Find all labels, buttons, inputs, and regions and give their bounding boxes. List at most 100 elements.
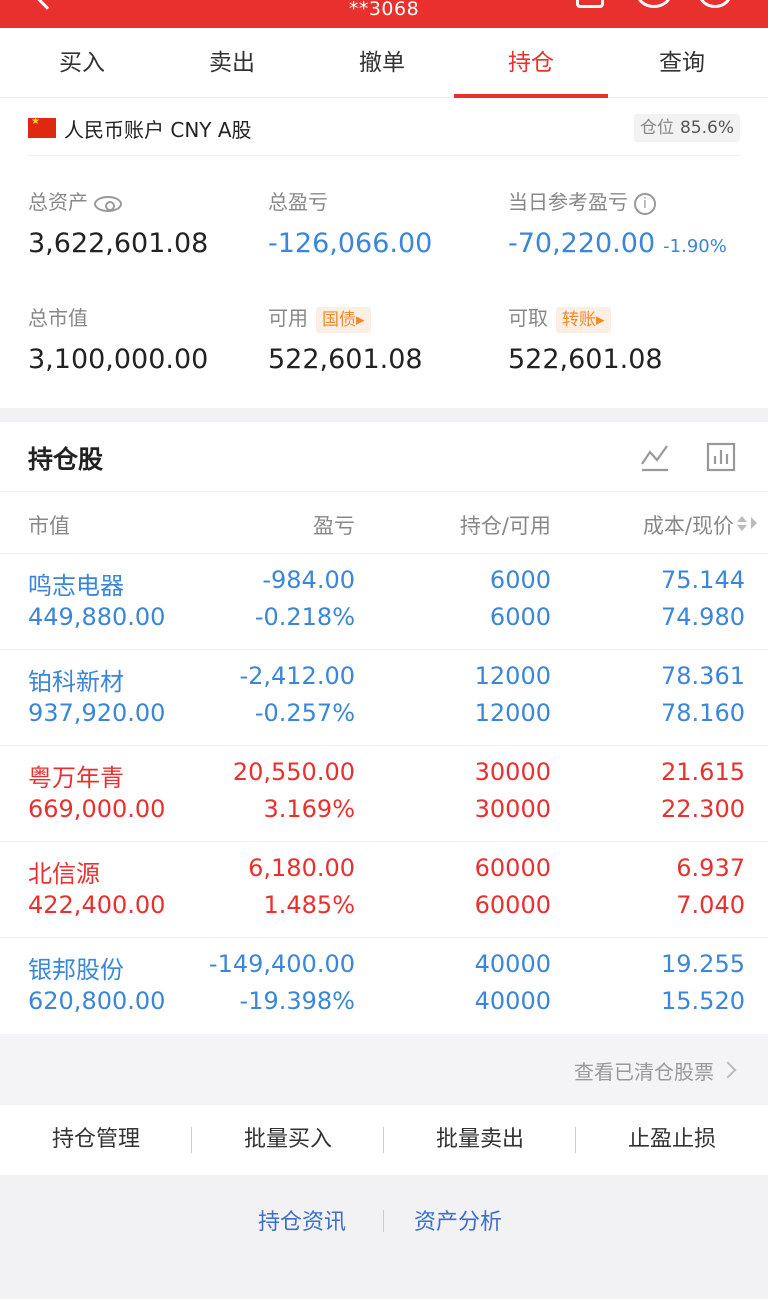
total-assets: 总资产 3,622,601.08 <box>28 188 208 259</box>
stock-name: 鸣志电器 <box>28 572 124 600</box>
stock-available: 12000 <box>474 699 551 727</box>
stock-available: 30000 <box>474 795 551 823</box>
daily-pnl-value: -70,220.00 <box>508 228 656 259</box>
tab-buy[interactable]: 买入 <box>5 28 159 98</box>
stop-profit-loss-button[interactable]: 止盈止损 <box>576 1105 768 1175</box>
total-assets-label: 总资产 <box>28 190 88 214</box>
stock-price: 78.160 <box>661 699 745 727</box>
stock-cost: 75.144 <box>661 566 745 594</box>
chevron-right-icon <box>719 1061 737 1079</box>
stock-pnl-percent: 3.169% <box>263 795 355 823</box>
stock-available: 40000 <box>474 987 551 1015</box>
stock-market-value: 620,800.00 <box>28 987 166 1015</box>
withdrawable-value: 522,601.08 <box>508 344 663 375</box>
position-ratio-value: 85.6% <box>679 118 734 138</box>
stock-pnl: 20,550.00 <box>232 758 355 786</box>
holdings-title: 持仓股 <box>28 445 104 474</box>
holdings-panel: 持仓股 市值 盈亏 持仓/可用 成本/现价 鸣志电器 449,880.00 -9… <box>0 422 768 1034</box>
market-value-label: 总市值 <box>28 306 88 330</box>
sort-icon[interactable] <box>736 514 758 532</box>
tab-positions[interactable]: 持仓 <box>454 28 608 98</box>
line-chart-icon[interactable] <box>640 442 670 472</box>
available-funds: 可用 国债▸ 522,601.08 <box>268 304 423 375</box>
stock-name: 铂科新材 <box>28 668 124 696</box>
stock-available: 60000 <box>474 891 551 919</box>
stock-pnl-percent: -0.257% <box>254 699 355 727</box>
tab-query[interactable]: 查询 <box>605 28 759 98</box>
stock-holding: 6000 <box>489 566 551 594</box>
market-value: 总市值 3,100,000.00 <box>28 304 208 375</box>
col-cost-price[interactable]: 成本/现价 <box>643 510 734 540</box>
position-ratio-badge: 仓位 85.6% <box>633 114 740 142</box>
batch-buy-button[interactable]: 批量买入 <box>192 1105 384 1175</box>
total-pnl: 总盈亏 -126,066.00 <box>268 188 432 259</box>
transfer-tag[interactable]: 转账▸ <box>556 306 611 333</box>
position-ratio-label: 仓位 <box>639 118 674 138</box>
holding-row[interactable]: 粤万年青 669,000.00 20,550.00 3.169% 30000 3… <box>0 746 768 842</box>
stock-holding: 40000 <box>474 950 551 978</box>
available-label: 可用 <box>268 306 308 330</box>
eye-icon[interactable] <box>94 195 122 212</box>
holding-row[interactable]: 北信源 422,400.00 6,180.00 1.485% 60000 600… <box>0 842 768 938</box>
top-bar: **3068 <box>0 0 768 28</box>
stock-pnl-percent: 1.485% <box>263 891 355 919</box>
footer-links: 持仓资讯 资产分析 <box>0 1190 768 1250</box>
holding-row[interactable]: 鸣志电器 449,880.00 -984.00 -0.218% 6000 600… <box>0 554 768 650</box>
stock-name: 粤万年青 <box>28 764 124 792</box>
manage-positions-button[interactable]: 持仓管理 <box>0 1105 192 1175</box>
stock-price: 7.040 <box>676 891 745 919</box>
batch-sell-button[interactable]: 批量卖出 <box>384 1105 576 1175</box>
col-market-value: 市值 <box>28 514 70 538</box>
stock-market-value: 449,880.00 <box>28 603 166 631</box>
total-pnl-label: 总盈亏 <box>268 190 328 214</box>
asset-analysis-link[interactable]: 资产分析 <box>414 1204 502 1236</box>
stock-name: 北信源 <box>28 860 100 888</box>
stock-pnl: -984.00 <box>262 566 355 594</box>
stock-market-value: 422,400.00 <box>28 891 166 919</box>
holdings-column-header: 市值 盈亏 持仓/可用 成本/现价 <box>0 492 768 554</box>
stock-cost: 78.361 <box>661 662 745 690</box>
stock-price: 74.980 <box>661 603 745 631</box>
divider <box>383 1210 384 1232</box>
col-holding[interactable]: 持仓/可用 <box>460 510 551 540</box>
cn-flag-icon <box>28 116 56 138</box>
holding-row[interactable]: 银邦股份 620,800.00 -149,400.00 -19.398% 400… <box>0 938 768 1034</box>
stock-market-value: 669,000.00 <box>28 795 166 823</box>
treasury-bond-tag[interactable]: 国债▸ <box>316 306 371 333</box>
market-value-value: 3,100,000.00 <box>28 344 209 375</box>
stock-cost: 21.615 <box>661 758 745 786</box>
withdrawable-funds: 可取 转账▸ 522,601.08 <box>508 304 663 375</box>
total-pnl-value: -126,066.00 <box>268 228 433 259</box>
total-assets-value: 3,622,601.08 <box>28 228 209 259</box>
stock-available: 6000 <box>489 603 551 631</box>
stock-pnl: 6,180.00 <box>248 854 355 882</box>
position-news-link[interactable]: 持仓资讯 <box>258 1204 346 1236</box>
withdrawable-label: 可取 <box>508 306 548 330</box>
tab-sell[interactable]: 卖出 <box>155 28 309 98</box>
daily-pnl: 当日参考盈亏 i -70,220.00 -1.90% <box>508 188 727 259</box>
message-icon[interactable] <box>576 0 604 8</box>
daily-pnl-label: 当日参考盈亏 <box>508 190 628 214</box>
stock-pnl-percent: -0.218% <box>254 603 355 631</box>
stock-name: 银邦股份 <box>28 956 124 984</box>
stock-holding: 60000 <box>474 854 551 882</box>
stock-cost: 6.937 <box>676 854 745 882</box>
stock-price: 15.520 <box>661 987 745 1015</box>
holdings-list: 鸣志电器 449,880.00 -984.00 -0.218% 6000 600… <box>0 554 768 1034</box>
view-cleared-label: 查看已清仓股票 <box>574 1060 714 1084</box>
tab-cancel[interactable]: 撤单 <box>305 28 459 98</box>
info-icon[interactable]: i <box>634 192 656 215</box>
stock-market-value: 937,920.00 <box>28 699 166 727</box>
stock-price: 22.300 <box>661 795 745 823</box>
col-pnl[interactable]: 盈亏 <box>313 510 355 540</box>
available-value: 522,601.08 <box>268 344 423 375</box>
stock-cost: 19.255 <box>661 950 745 978</box>
holding-row[interactable]: 铂科新材 937,920.00 -2,412.00 -0.257% 12000 … <box>0 650 768 746</box>
stock-pnl: -2,412.00 <box>239 662 355 690</box>
bar-chart-icon[interactable] <box>706 442 736 472</box>
asset-summary: 人民币账户 CNY A股 仓位85.6% 总资产 3,622,601.08 总盈… <box>0 98 768 408</box>
account-name: 人民币账户 CNY A股 <box>64 118 252 142</box>
view-cleared-stocks[interactable]: 查看已清仓股票 <box>0 1034 768 1104</box>
stock-holding: 12000 <box>474 662 551 690</box>
account-line[interactable]: 人民币账户 CNY A股 仓位85.6% <box>28 112 740 156</box>
